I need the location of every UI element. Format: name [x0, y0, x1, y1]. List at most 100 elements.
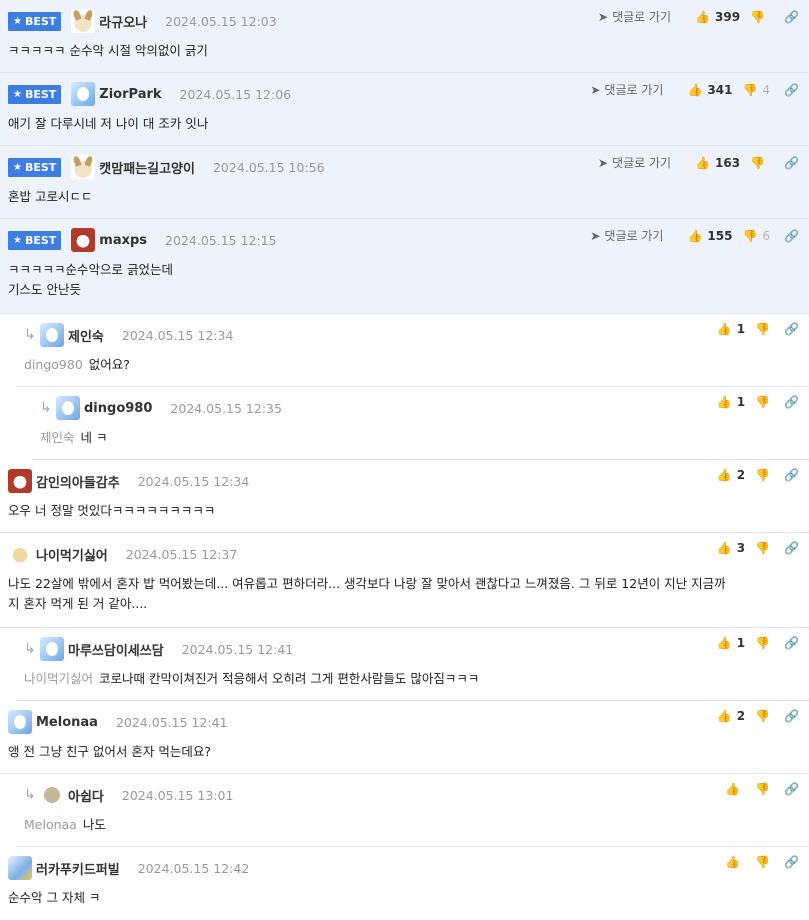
- like-button[interactable]: 👍 1: [717, 636, 745, 650]
- nickname[interactable]: maxps: [99, 233, 147, 248]
- nickname[interactable]: 러카푸키드퍼빌: [36, 859, 120, 878]
- send-icon: ➤: [598, 9, 609, 24]
- link-icon[interactable]: 🔗: [784, 395, 799, 409]
- reply-comment: ↳ 아쉽다 2024.05.15 13:01 👍 👎 🔗 Melonaa 나도: [16, 774, 809, 847]
- nickname[interactable]: ZiorPark: [99, 87, 161, 102]
- avatar[interactable]: [8, 856, 32, 880]
- link-icon[interactable]: 🔗: [784, 782, 799, 796]
- thumbs-down-icon: 👎: [750, 155, 766, 170]
- reply-comment: ↳ dingo980 2024.05.15 12:35 👍 1 👎 🔗 제인숙 네 …: [32, 387, 809, 460]
- dislike-button[interactable]: 👎: [750, 156, 770, 170]
- link-icon[interactable]: 🔗: [784, 83, 799, 97]
- comment-header: ↳ 제인숙 2024.05.15 12:34: [24, 323, 233, 347]
- comment-header: ↳ 마루쓰담이세쓰담 2024.05.15 12:41: [24, 637, 293, 661]
- reply-arrow-icon: ↳: [24, 641, 36, 657]
- like-button[interactable]: 👍 2: [717, 709, 745, 723]
- comment-header: Melonaa 2024.05.15 12:41: [8, 710, 228, 734]
- star-icon: ★: [13, 234, 22, 246]
- reply-target[interactable]: 나이먹기싫어: [24, 671, 93, 686]
- send-icon: ➤: [590, 228, 601, 243]
- dislike-button[interactable]: 👎: [750, 10, 770, 24]
- comment-line: 기스도 안난듯: [8, 282, 81, 297]
- thumbs-up-icon: 👍: [716, 322, 732, 336]
- dislike-button[interactable]: 👎: [755, 541, 770, 555]
- nickname[interactable]: 나이먹기싫어: [36, 545, 108, 564]
- comment-text: 혼밥 고로시ㄷㄷ: [8, 189, 93, 204]
- comment-text: Melonaa 나도: [24, 817, 106, 832]
- link-icon[interactable]: 🔗: [784, 636, 799, 650]
- dislike-button[interactable]: 👎: [755, 782, 770, 796]
- avatar[interactable]: [40, 637, 64, 661]
- comment-date: 2024.05.15 12:35: [170, 400, 282, 416]
- comment-header: ★ BEST 라규오나 2024.05.15 12:03: [8, 9, 277, 33]
- goto-comment-button[interactable]: ➤ 댓글로 가기: [598, 8, 671, 25]
- link-icon[interactable]: 🔗: [784, 229, 799, 243]
- comment-actions: ➤ 댓글로 가기 👍 163 👎 🔗: [598, 154, 799, 171]
- comment-date: 2024.05.15 12:41: [115, 714, 228, 730]
- comment-header: ★ BEST 캣맘패는길고양이 2024.05.15 10:56: [8, 155, 325, 179]
- link-icon[interactable]: 🔗: [784, 468, 799, 482]
- thumbs-down-icon: 👎: [742, 228, 758, 243]
- dislike-button[interactable]: 👎: [755, 322, 770, 336]
- reply-target[interactable]: 제인숙: [40, 430, 75, 445]
- link-icon[interactable]: 🔗: [784, 709, 799, 723]
- avatar[interactable]: [71, 155, 96, 179]
- send-icon: ➤: [590, 82, 601, 97]
- comment-text: ㅋㅋㅋㅋㅋ순수악으로 긁었는데 기스도 안난듯: [8, 260, 801, 300]
- comment-text: 나이먹기싫어 코로나때 칸막이쳐진거 적응해서 오히려 그게 편한사람들도 많아짐…: [24, 671, 480, 686]
- comment-text: dingo980 없어요?: [24, 357, 130, 372]
- like-button[interactable]: 👍 399: [695, 10, 740, 24]
- goto-comment-button[interactable]: ➤ 댓글로 가기: [598, 154, 671, 171]
- like-button[interactable]: 👍 1: [717, 322, 745, 336]
- reply-target[interactable]: dingo980: [24, 357, 83, 372]
- dislike-button[interactable]: 👎: [755, 709, 770, 723]
- link-icon[interactable]: 🔗: [784, 855, 799, 869]
- nickname[interactable]: 제인숙: [68, 326, 104, 345]
- like-button[interactable]: 👍 2: [717, 468, 745, 482]
- dislike-button[interactable]: 👎: [755, 636, 770, 650]
- thumbs-up-icon: 👍: [725, 855, 741, 869]
- like-button[interactable]: 👍: [725, 855, 745, 869]
- nickname[interactable]: 마루쓰담이세쓰담: [68, 640, 164, 659]
- goto-comment-button[interactable]: ➤ 댓글로 가기: [590, 227, 663, 244]
- avatar[interactable]: [56, 396, 80, 420]
- dislike-button[interactable]: 👎: [755, 395, 770, 409]
- avatar[interactable]: [8, 710, 32, 734]
- dislike-button[interactable]: 👎: [755, 468, 770, 482]
- avatar[interactable]: [40, 323, 64, 347]
- avatar[interactable]: [8, 469, 32, 493]
- goto-comment-button[interactable]: ➤ 댓글로 가기: [590, 81, 663, 98]
- link-icon[interactable]: 🔗: [784, 156, 799, 170]
- like-button[interactable]: 👍: [725, 782, 745, 796]
- like-button[interactable]: 👍 155: [687, 229, 732, 243]
- thumbs-up-icon: 👍: [725, 782, 741, 796]
- thumbs-down-icon: 👎: [755, 395, 771, 409]
- avatar[interactable]: [71, 228, 96, 252]
- link-icon[interactable]: 🔗: [784, 322, 799, 336]
- comment-actions: ➤ 댓글로 가기 👍 155 👎 6 🔗: [590, 227, 799, 244]
- nickname[interactable]: dingo980: [84, 401, 152, 416]
- like-button[interactable]: 👍 341: [687, 83, 732, 97]
- nickname[interactable]: Melonaa: [36, 715, 98, 730]
- avatar[interactable]: [8, 542, 32, 566]
- nickname[interactable]: 감인의아들감추: [36, 472, 120, 491]
- dislike-button[interactable]: 👎 4: [742, 83, 770, 97]
- dislike-button[interactable]: 👎: [755, 855, 770, 869]
- thumbs-down-icon: 👎: [755, 541, 771, 555]
- like-button[interactable]: 👍 3: [717, 541, 745, 555]
- dislike-button[interactable]: 👎 6: [742, 229, 770, 243]
- avatar[interactable]: [71, 9, 96, 33]
- like-button[interactable]: 👍 163: [695, 156, 740, 170]
- link-icon[interactable]: 🔗: [784, 10, 799, 24]
- like-button[interactable]: 👍 1: [717, 395, 745, 409]
- nickname[interactable]: 라규오나: [99, 12, 147, 31]
- avatar[interactable]: [71, 82, 96, 106]
- nickname[interactable]: 아쉽다: [68, 786, 104, 805]
- avatar[interactable]: [44, 787, 60, 803]
- link-icon[interactable]: 🔗: [784, 541, 799, 555]
- best-comment: ★ BEST 캣맘패는길고양이 2024.05.15 10:56 ➤ 댓글로 가기 …: [0, 146, 809, 219]
- comment: 러카푸키드퍼빌 2024.05.15 12:42 👍 👎 🔗 순수악 그 자체 …: [0, 847, 809, 920]
- nickname[interactable]: 캣맘패는길고양이: [99, 158, 195, 177]
- reply-target[interactable]: Melonaa: [24, 817, 77, 832]
- comment-actions: 👍 2 👎 🔗: [707, 468, 799, 482]
